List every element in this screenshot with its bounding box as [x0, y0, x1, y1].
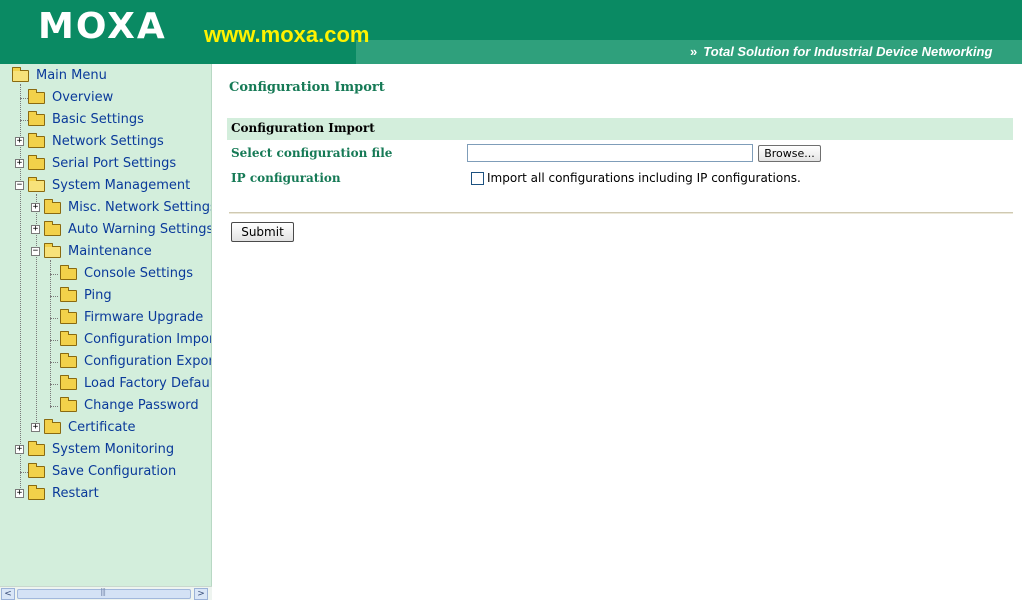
- moxa-logo: MOXA: [38, 6, 167, 47]
- folder-icon: [28, 485, 45, 500]
- sidebar-item-label: Firmware Upgrade: [84, 310, 204, 325]
- moxa-url: www.moxa.com: [204, 22, 370, 47]
- sidebar-item-configuration-import[interactable]: Configuration Impor: [0, 330, 212, 350]
- folder-icon: [60, 265, 77, 280]
- sidebar-item-label: Configuration Export: [84, 354, 212, 369]
- folder-icon: [28, 133, 45, 148]
- sidebar-item-label: Network Settings: [52, 134, 164, 149]
- sidebar-item-console-settings[interactable]: Console Settings: [0, 264, 211, 284]
- sidebar-item-restart[interactable]: + Restart: [0, 484, 211, 504]
- folder-icon: [28, 89, 45, 104]
- sidebar-item-certificate[interactable]: + Certificate: [0, 418, 211, 438]
- sidebar-item-ping[interactable]: Ping: [0, 286, 211, 306]
- browse-button[interactable]: Browse...: [758, 145, 821, 162]
- import-ip-checkbox-label[interactable]: Import all configurations including IP c…: [487, 171, 801, 185]
- expand-icon[interactable]: +: [15, 159, 24, 168]
- expand-icon[interactable]: +: [15, 489, 24, 498]
- sidebar-item-save-configuration[interactable]: Save Configuration: [0, 462, 211, 482]
- sidebar-item-label: Auto Warning Settings: [68, 222, 212, 237]
- sidebar-item-maintenance[interactable]: − Maintenance: [0, 242, 211, 262]
- ip-configuration-label: IP configuration: [231, 171, 341, 185]
- sidebar-item-label: System Monitoring: [52, 442, 175, 457]
- page-title: Configuration Import: [229, 80, 385, 95]
- sidebar-item-label: Basic Settings: [52, 112, 144, 127]
- collapse-icon[interactable]: −: [15, 181, 24, 190]
- section-header: Configuration Import: [227, 118, 1013, 140]
- collapse-icon[interactable]: −: [31, 247, 40, 256]
- folder-icon: [44, 221, 61, 236]
- folder-icon: [28, 111, 45, 126]
- open-folder-icon: [44, 243, 61, 258]
- sidebar-item-label: Misc. Network Settings: [68, 200, 212, 215]
- scrollbar-thumb[interactable]: [17, 587, 191, 599]
- sidebar-item-system-monitoring[interactable]: + System Monitoring: [0, 440, 211, 460]
- sidebar-item-basic-settings[interactable]: Basic Settings: [0, 110, 211, 130]
- sidebar-item-main-menu[interactable]: Main Menu: [0, 66, 211, 86]
- header-banner: MOXA www.moxa.com » Total Solution for In…: [0, 0, 1022, 64]
- sidebar-item-label: Ping: [84, 288, 112, 303]
- sidebar-item-configuration-export[interactable]: Configuration Export: [0, 352, 212, 372]
- expand-icon[interactable]: +: [31, 423, 40, 432]
- open-folder-icon: [12, 67, 29, 82]
- import-ip-checkbox[interactable]: [471, 172, 484, 185]
- double-chevron-icon: »: [690, 44, 698, 59]
- sidebar-menu: Main Menu Overview Basic Settings + Netw…: [0, 64, 212, 600]
- sidebar-item-label: Configuration Impor: [84, 332, 212, 347]
- section-title: Configuration Import: [231, 121, 375, 135]
- tagline-text: Total Solution for Industrial Device Net…: [703, 44, 993, 59]
- scroll-right-icon[interactable]: >: [194, 588, 208, 600]
- sidebar-item-serial-port-settings[interactable]: + Serial Port Settings: [0, 154, 211, 174]
- folder-icon: [60, 287, 77, 302]
- sidebar-item-change-password[interactable]: Change Password: [0, 396, 211, 416]
- sidebar-item-misc-network-settings[interactable]: + Misc. Network Settings: [0, 198, 212, 218]
- submit-button[interactable]: Submit: [231, 222, 294, 242]
- sidebar-item-load-factory-default[interactable]: Load Factory Default: [0, 374, 212, 394]
- sidebar-item-label: Console Settings: [84, 266, 194, 281]
- sidebar-item-label: Certificate: [68, 420, 136, 435]
- sidebar-item-firmware-upgrade[interactable]: Firmware Upgrade: [0, 308, 211, 328]
- folder-icon: [60, 331, 77, 346]
- sidebar-item-label: Maintenance: [68, 244, 152, 259]
- sidebar-item-auto-warning-settings[interactable]: + Auto Warning Settings: [0, 220, 212, 240]
- folder-icon: [60, 397, 77, 412]
- sidebar-item-label: System Management: [52, 178, 191, 193]
- sidebar-item-label: Restart: [52, 486, 99, 501]
- sidebar-item-label: Change Password: [84, 398, 199, 413]
- sidebar-item-label: Load Factory Default: [84, 376, 212, 391]
- sidebar-item-label: Main Menu: [36, 68, 107, 83]
- select-file-label: Select configuration file: [231, 146, 393, 160]
- expand-icon[interactable]: +: [15, 137, 24, 146]
- folder-icon: [44, 199, 61, 214]
- config-file-input[interactable]: [467, 144, 753, 162]
- open-folder-icon: [28, 177, 45, 192]
- sidebar-horizontal-scrollbar[interactable]: < >: [0, 586, 212, 600]
- folder-icon: [28, 463, 45, 478]
- sidebar-item-overview[interactable]: Overview: [0, 88, 211, 108]
- expand-icon[interactable]: +: [15, 445, 24, 454]
- folder-icon: [44, 419, 61, 434]
- scroll-left-icon[interactable]: <: [1, 588, 15, 600]
- expand-icon[interactable]: +: [31, 225, 40, 234]
- folder-icon: [28, 441, 45, 456]
- main-content: Configuration Import Configuration Impor…: [213, 64, 1022, 600]
- folder-icon: [60, 375, 77, 390]
- sidebar-item-network-settings[interactable]: + Network Settings: [0, 132, 211, 152]
- folder-icon: [60, 353, 77, 368]
- folder-icon: [60, 309, 77, 324]
- sidebar-item-label: Save Configuration: [52, 464, 177, 479]
- sidebar-item-system-management[interactable]: − System Management: [0, 176, 211, 196]
- sidebar-item-label: Serial Port Settings: [52, 156, 177, 171]
- sidebar-item-label: Overview: [52, 90, 114, 105]
- tagline: » Total Solution for Industrial Device Ne…: [690, 44, 992, 59]
- folder-icon: [28, 155, 45, 170]
- divider: [229, 212, 1013, 214]
- expand-icon[interactable]: +: [31, 203, 40, 212]
